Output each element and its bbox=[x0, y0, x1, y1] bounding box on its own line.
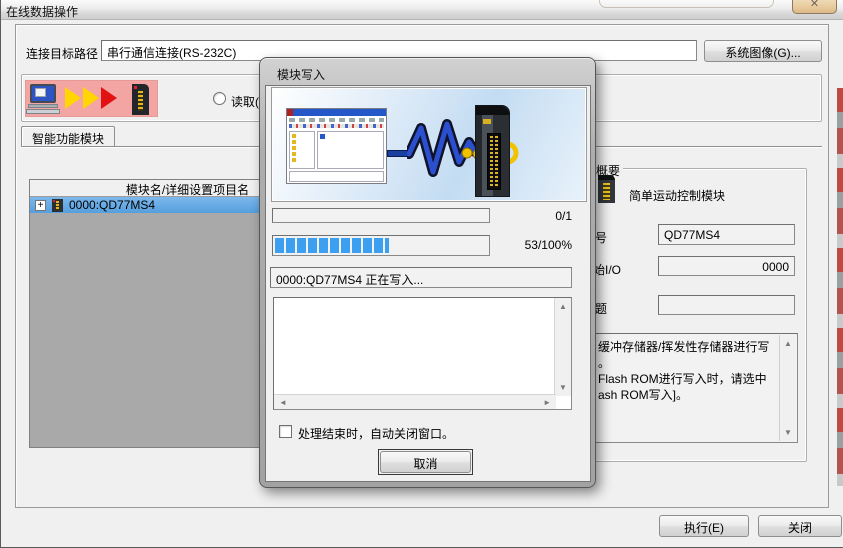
computer-base bbox=[28, 104, 58, 108]
scroll-down-icon[interactable]: ▼ bbox=[555, 383, 571, 392]
title-bar: 在线数据操作 ✕ bbox=[1, 0, 843, 20]
cancel-button[interactable]: 取消 bbox=[380, 451, 471, 473]
transfer-illustration bbox=[271, 87, 587, 202]
module-description: 简单运动控制模块 bbox=[629, 187, 725, 204]
transfer-direction-graphic bbox=[25, 80, 158, 117]
scroll-right-icon[interactable]: ► bbox=[543, 398, 551, 407]
screen-doc bbox=[35, 88, 46, 97]
auto-close-label: 处理结束时，自动关闭窗口。 bbox=[298, 425, 454, 442]
model-label: 号 bbox=[595, 229, 607, 246]
execute-button[interactable]: 执行(E) bbox=[659, 515, 749, 537]
scroll-left-icon[interactable]: ◄ bbox=[279, 398, 287, 407]
write-progress-label: 53/100% bbox=[492, 238, 572, 252]
background-app-strip bbox=[837, 88, 843, 486]
result-listbox[interactable]: ▲ ▼ ◄ ► bbox=[273, 297, 572, 410]
start-io-value: 0000 bbox=[659, 257, 794, 274]
module-icon bbox=[52, 199, 63, 212]
start-io-field: 0000 bbox=[658, 256, 795, 276]
start-io-label: 始I/O bbox=[593, 261, 621, 278]
write-progress-bar bbox=[272, 235, 490, 256]
arrow-right-red-icon bbox=[101, 87, 117, 109]
title-field-label: 题 bbox=[595, 300, 607, 317]
plc-module-icon bbox=[132, 84, 149, 115]
software-window-graphic bbox=[286, 108, 387, 184]
keyboard-icon bbox=[26, 109, 60, 114]
background-window-edge bbox=[599, 0, 774, 8]
window-title: 在线数据操作 bbox=[6, 3, 78, 20]
write-status-field: 0000:QD77MS4 正在写入... bbox=[270, 267, 572, 288]
modal-title: 模块写入 bbox=[277, 66, 325, 83]
arrow-right-yellow-icon bbox=[83, 87, 99, 109]
connection-path-label: 连接目标路径 bbox=[26, 45, 98, 62]
note-line: 。 bbox=[598, 355, 778, 371]
listbox-hscrollbar[interactable]: ◄ ► bbox=[274, 394, 556, 409]
write-progress-fill bbox=[275, 238, 389, 253]
model-value: QD77MS4 bbox=[659, 225, 794, 242]
title-field bbox=[658, 295, 795, 315]
scroll-up-icon[interactable]: ▲ bbox=[555, 302, 571, 311]
close-icon[interactable]: ✕ bbox=[792, 0, 837, 14]
scroll-down-icon[interactable]: ▼ bbox=[780, 428, 796, 437]
system-image-button[interactable]: 系统图像(G)... bbox=[704, 40, 822, 62]
close-button[interactable]: 关闭 bbox=[758, 515, 842, 537]
title-field-value bbox=[659, 296, 794, 299]
module-summary-icon bbox=[598, 175, 615, 203]
expand-plus-icon[interactable]: + bbox=[35, 200, 46, 211]
write-status-text: 0000:QD77MS4 正在写入... bbox=[271, 268, 571, 288]
auto-close-checkbox[interactable] bbox=[279, 425, 292, 438]
model-field: QD77MS4 bbox=[658, 224, 795, 245]
cable-graphic bbox=[387, 150, 409, 157]
computer-icon bbox=[30, 84, 56, 103]
online-data-operation-dialog: 在线数据操作 ✕ 连接目标路径 串行通信连接(RS-232C) 系统图像(G).… bbox=[0, 0, 843, 548]
cancel-button-outline: 取消 bbox=[378, 449, 473, 475]
note-scrollbar[interactable]: ▲ ▼ bbox=[779, 335, 796, 441]
arrow-right-yellow-icon bbox=[65, 87, 81, 109]
module-row-label: 0000:QD77MS4 bbox=[69, 198, 155, 212]
plc-module-graphic bbox=[475, 105, 510, 197]
file-progress-label: 0/1 bbox=[492, 209, 572, 223]
note-line: ash ROM写入]。 bbox=[598, 387, 778, 403]
scroll-up-icon[interactable]: ▲ bbox=[780, 339, 796, 348]
write-note-text: 缓冲存储器/挥发性存储器进行写 。 Flash ROM进行写入时，请选中 ash… bbox=[598, 339, 778, 403]
tab-intelligent-function-module[interactable]: 智能功能模块 bbox=[21, 126, 115, 147]
listbox-vscrollbar[interactable]: ▲ ▼ bbox=[554, 298, 571, 396]
module-write-dialog: 模块写入 bbox=[259, 57, 596, 488]
note-line: 缓冲存储器/挥发性存储器进行写 bbox=[598, 339, 778, 355]
file-progress-bar bbox=[272, 208, 490, 223]
note-line: Flash ROM进行写入时，请选中 bbox=[598, 371, 778, 387]
read-radio[interactable] bbox=[213, 92, 226, 105]
